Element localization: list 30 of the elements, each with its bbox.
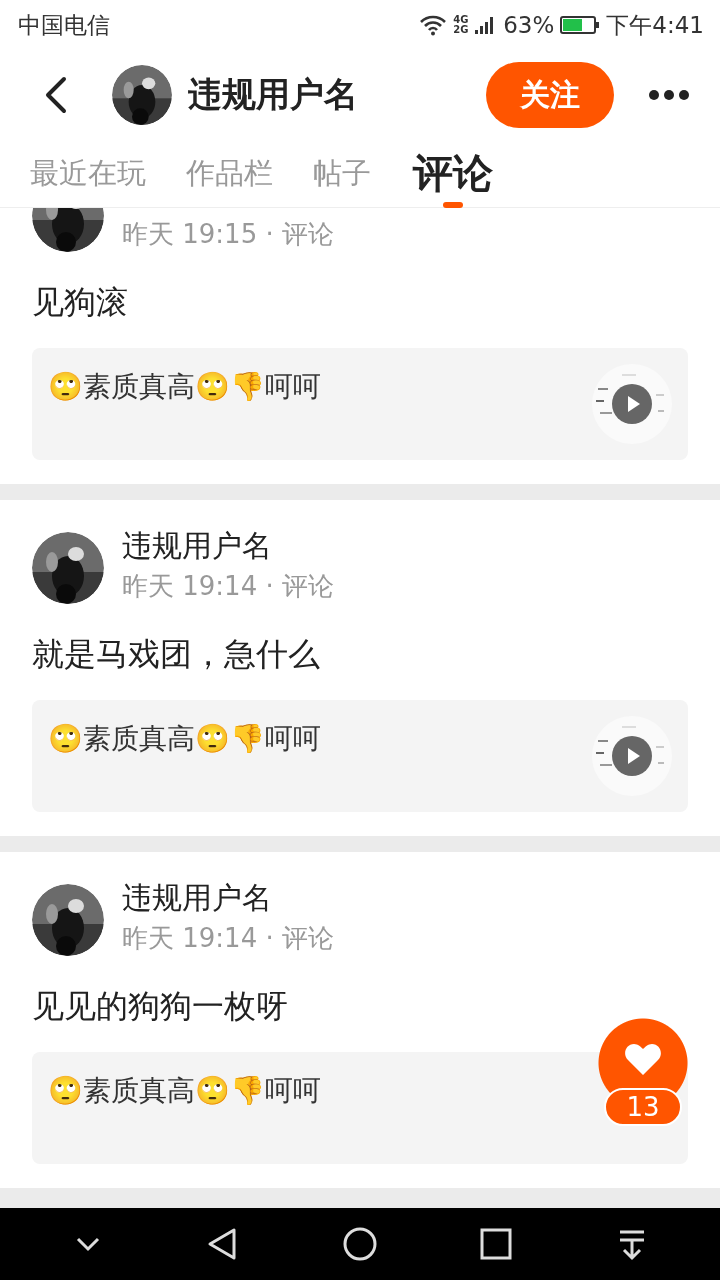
carrier: 中国电信 <box>18 10 110 40</box>
user-name: 违规用户名 <box>188 73 359 116</box>
comment-meta: 昨天 19:15 · 评论 <box>122 218 334 251</box>
tab[interactable]: 评论 <box>413 139 493 208</box>
comment-text: 就是马戏团，急什么 <box>32 634 321 675</box>
battery-icon <box>560 16 597 34</box>
play-icon[interactable] <box>612 384 652 424</box>
comment-text: 见见的狗狗一枚呀 <box>32 986 289 1027</box>
like-button[interactable]: 13 <box>598 1018 688 1126</box>
more-icon[interactable] <box>648 89 690 101</box>
quote-text: 🙄素质真高🙄👎呵呵 <box>48 721 321 757</box>
quote-text: 🙄素质真高🙄👎呵呵 <box>48 369 321 405</box>
battery-percent: 63% <box>503 12 555 38</box>
author-name: 违规用户名 <box>122 879 273 917</box>
tab[interactable]: 作品栏 <box>186 139 273 208</box>
author-name: 违规用户名 <box>122 527 273 565</box>
comment-text: 见狗滚 <box>32 282 129 323</box>
tab[interactable]: 帖子 <box>313 139 371 208</box>
tab[interactable]: 最近在玩 <box>30 139 146 208</box>
quoted-post[interactable]: 🙄素质真高🙄👎呵呵 <box>32 700 688 812</box>
quote-text: 🙄素质真高🙄👎呵呵 <box>48 1073 321 1109</box>
clock: 下午4:41 <box>606 10 704 40</box>
heart-icon <box>624 1042 662 1076</box>
follow-button[interactable]: 关注 <box>486 62 614 128</box>
comment-meta: 昨天 19:14 · 评论 <box>122 922 334 955</box>
network-label: 4G 2G <box>453 15 470 35</box>
comment-meta: 昨天 19:14 · 评论 <box>122 570 334 603</box>
quoted-post[interactable]: 🙄素质真高🙄👎呵呵 <box>32 348 688 460</box>
play-icon[interactable] <box>612 736 652 776</box>
wifi-icon <box>419 14 448 36</box>
